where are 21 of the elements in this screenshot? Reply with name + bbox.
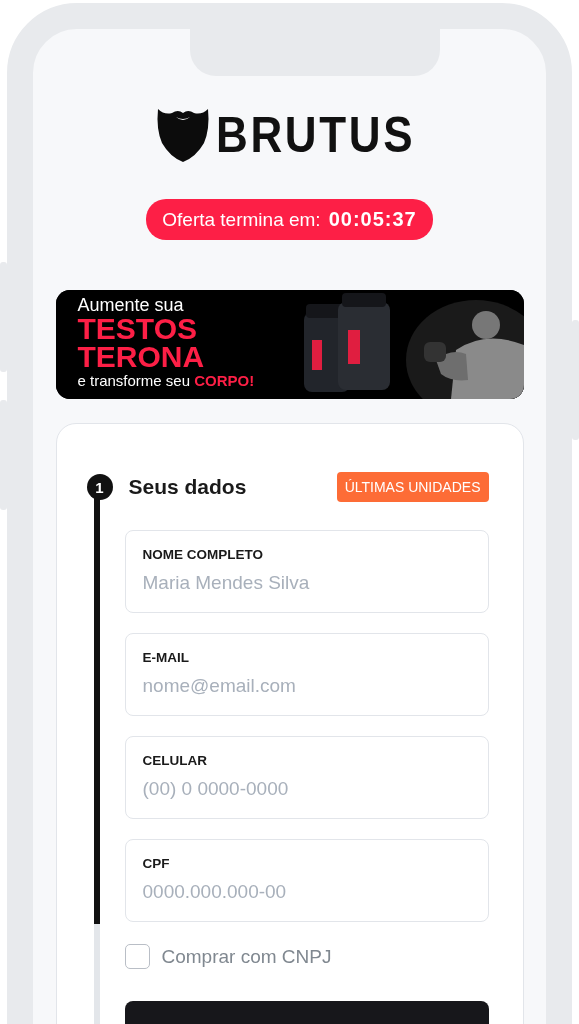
checkbox-label: Comprar com CNPJ: [161, 945, 332, 968]
input-field[interactable]: Maria Mendes Silva: [142, 572, 471, 594]
checkbox[interactable]: [124, 944, 150, 969]
countdown-label: Oferta termina em:: [162, 208, 321, 231]
step-number: 1: [86, 474, 113, 500]
input-field[interactable]: nome@email.com: [142, 675, 471, 697]
banner-text: e transforme seu CORPO!: [77, 371, 255, 391]
banner-text: TESTOS: [77, 315, 198, 343]
banner-text: TERONA: [77, 343, 206, 371]
input-field[interactable]: (00) 0 0000-0000: [142, 778, 471, 800]
beard-icon: [156, 107, 211, 163]
stock-badge: ÚLTIMAS UNIDADES: [336, 472, 489, 502]
field-label: CPF: [142, 856, 171, 871]
countdown-time: 00:05:37: [328, 208, 417, 231]
field-label: CELULAR: [142, 753, 208, 768]
field-label: NOME COMPLETO: [142, 547, 264, 562]
field-label: E-MAIL: [142, 650, 190, 665]
input-field[interactable]: 0000.000.000-00: [142, 881, 471, 903]
step-title: Seus dados: [128, 475, 248, 499]
logo-text: BRUTUS: [216, 110, 416, 160]
banner-text: Aumente sua: [77, 295, 185, 315]
